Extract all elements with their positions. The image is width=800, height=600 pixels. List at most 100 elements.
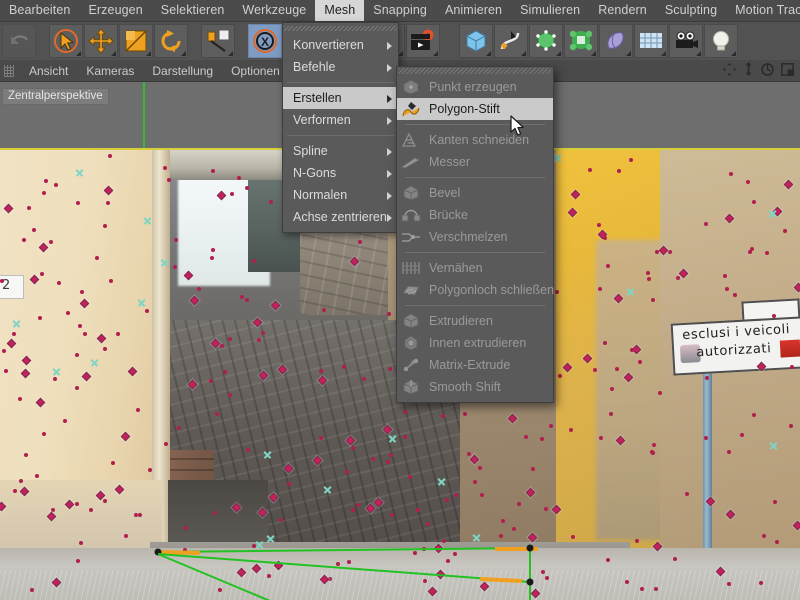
tracker-point[interactable] [716,568,724,576]
tracker-point[interactable] [26,205,33,212]
tracker-point[interactable] [704,375,711,382]
tracker-point[interactable] [402,434,409,441]
tracker-point[interactable] [568,427,575,434]
tracker-point[interactable] [466,451,473,458]
tracker-point[interactable] [97,335,105,343]
tracker-point[interactable] [40,244,48,252]
tracker-point[interactable] [47,513,55,521]
tracker-point[interactable] [751,199,758,206]
tracker-point[interactable] [634,538,641,545]
tracker-point[interactable] [318,376,326,384]
tracker-point[interactable] [31,276,39,284]
tracker-point[interactable] [22,356,30,364]
menu-item-konvertieren[interactable]: Konvertieren [283,34,398,56]
tracker-point[interactable] [785,180,793,188]
menu-item-spline[interactable]: Spline [283,140,398,162]
tracker-point[interactable] [479,492,486,499]
submenu-tearoff-grip[interactable] [399,68,551,74]
tracker-point[interactable] [651,442,658,449]
menubar-item-rendern[interactable]: Rendern [589,0,656,21]
tracker-point[interactable] [56,280,63,287]
tracker-point[interactable] [509,414,517,422]
menu-item-n-gons[interactable]: N-Gons [283,162,398,184]
tracker-point[interactable] [657,390,664,397]
tracker-point[interactable] [135,407,142,414]
tracker-point[interactable] [74,385,81,392]
tracker-point[interactable] [772,499,779,506]
tracker-point[interactable] [12,488,19,495]
tracker-point[interactable] [527,489,535,497]
tracker-point[interactable] [344,469,351,476]
tracker-point[interactable] [318,368,325,375]
submenu-item-polygon-stift[interactable]: Polygon-Stift [397,98,553,120]
tracker-point[interactable] [31,227,38,234]
scene-environment-icon[interactable] [634,24,668,58]
tracker-point[interactable] [605,263,612,270]
tracker-point[interactable] [583,355,591,363]
rotate-tool-icon[interactable] [154,24,188,58]
tracker-point[interactable] [598,435,605,442]
tracker-point[interactable] [500,518,507,525]
tracker-point[interactable] [229,191,236,198]
cube-primitive-icon[interactable] [459,24,493,58]
tracker-point[interactable] [196,286,203,293]
tracker-point[interactable] [274,561,283,570]
tracker-point[interactable] [233,503,241,512]
tracker-point[interactable] [548,423,555,430]
tracker-point[interactable] [128,367,136,375]
tracker-point[interactable] [774,539,781,546]
tracker-point[interactable] [219,343,226,350]
tracker-point[interactable] [210,247,217,254]
render-settings-icon[interactable] [406,24,440,58]
nurbs-generator-icon[interactable] [529,24,563,58]
tracker-point[interactable] [434,545,443,553]
tracker-point[interactable] [415,507,422,514]
tracker-point[interactable] [553,153,562,162]
tracker-point[interactable] [210,168,217,175]
tracker-point[interactable] [452,551,459,558]
tracker-point[interactable] [388,434,397,443]
menubar-item-bearbeiten[interactable]: Bearbeiten [0,0,79,21]
tracker-point[interactable] [384,425,392,434]
tracker-point[interactable] [422,578,429,585]
tracker-point[interactable] [453,492,460,499]
tracker-point[interactable] [516,501,523,508]
tracker-point[interactable] [323,485,332,494]
tracker-point[interactable] [182,547,189,554]
tracker-point[interactable] [614,366,621,373]
tracker-point[interactable] [554,289,561,296]
tracker-point[interactable] [65,310,72,317]
tracker-point[interactable] [602,235,609,242]
tracker-point[interactable] [429,587,437,595]
tracker-point[interactable] [75,168,84,177]
tracker-point[interactable] [385,459,392,466]
tracker-point[interactable] [53,182,60,189]
tracker-point[interactable] [375,499,383,507]
tracker-point[interactable] [23,452,30,459]
tracker-point[interactable] [570,534,577,541]
menubar-item-motion-tracker[interactable]: Motion Tracker [726,0,800,21]
tracker-point[interactable] [285,464,293,472]
tracker-point[interactable] [557,373,564,380]
tracker-point[interactable] [726,581,733,588]
tracker-point[interactable] [34,473,41,480]
tracker-point[interactable] [596,222,603,229]
viewbar-item-optionen[interactable]: Optionen [222,62,289,80]
menubar-item-selektieren[interactable]: Selektieren [152,0,234,21]
tracker-point[interactable] [650,297,657,304]
tracker-point[interactable] [36,398,45,406]
tracker-point[interactable] [659,246,667,254]
tracker-point[interactable] [629,347,636,354]
viewport-camera-label[interactable]: Zentralperspektive [2,88,109,105]
tracker-point[interactable] [227,336,234,343]
tracker-point[interactable] [318,435,325,442]
tracker-point[interactable] [137,298,146,307]
tracker-point[interactable] [745,179,752,186]
tracker-point[interactable] [271,301,280,310]
move-tool-icon[interactable] [84,24,118,58]
rotate-view-icon[interactable] [761,62,774,81]
tracker-point[interactable] [614,295,622,303]
tracker-point[interactable] [386,311,393,318]
tracker-point[interactable] [94,255,101,262]
tracker-point[interactable] [335,561,342,568]
